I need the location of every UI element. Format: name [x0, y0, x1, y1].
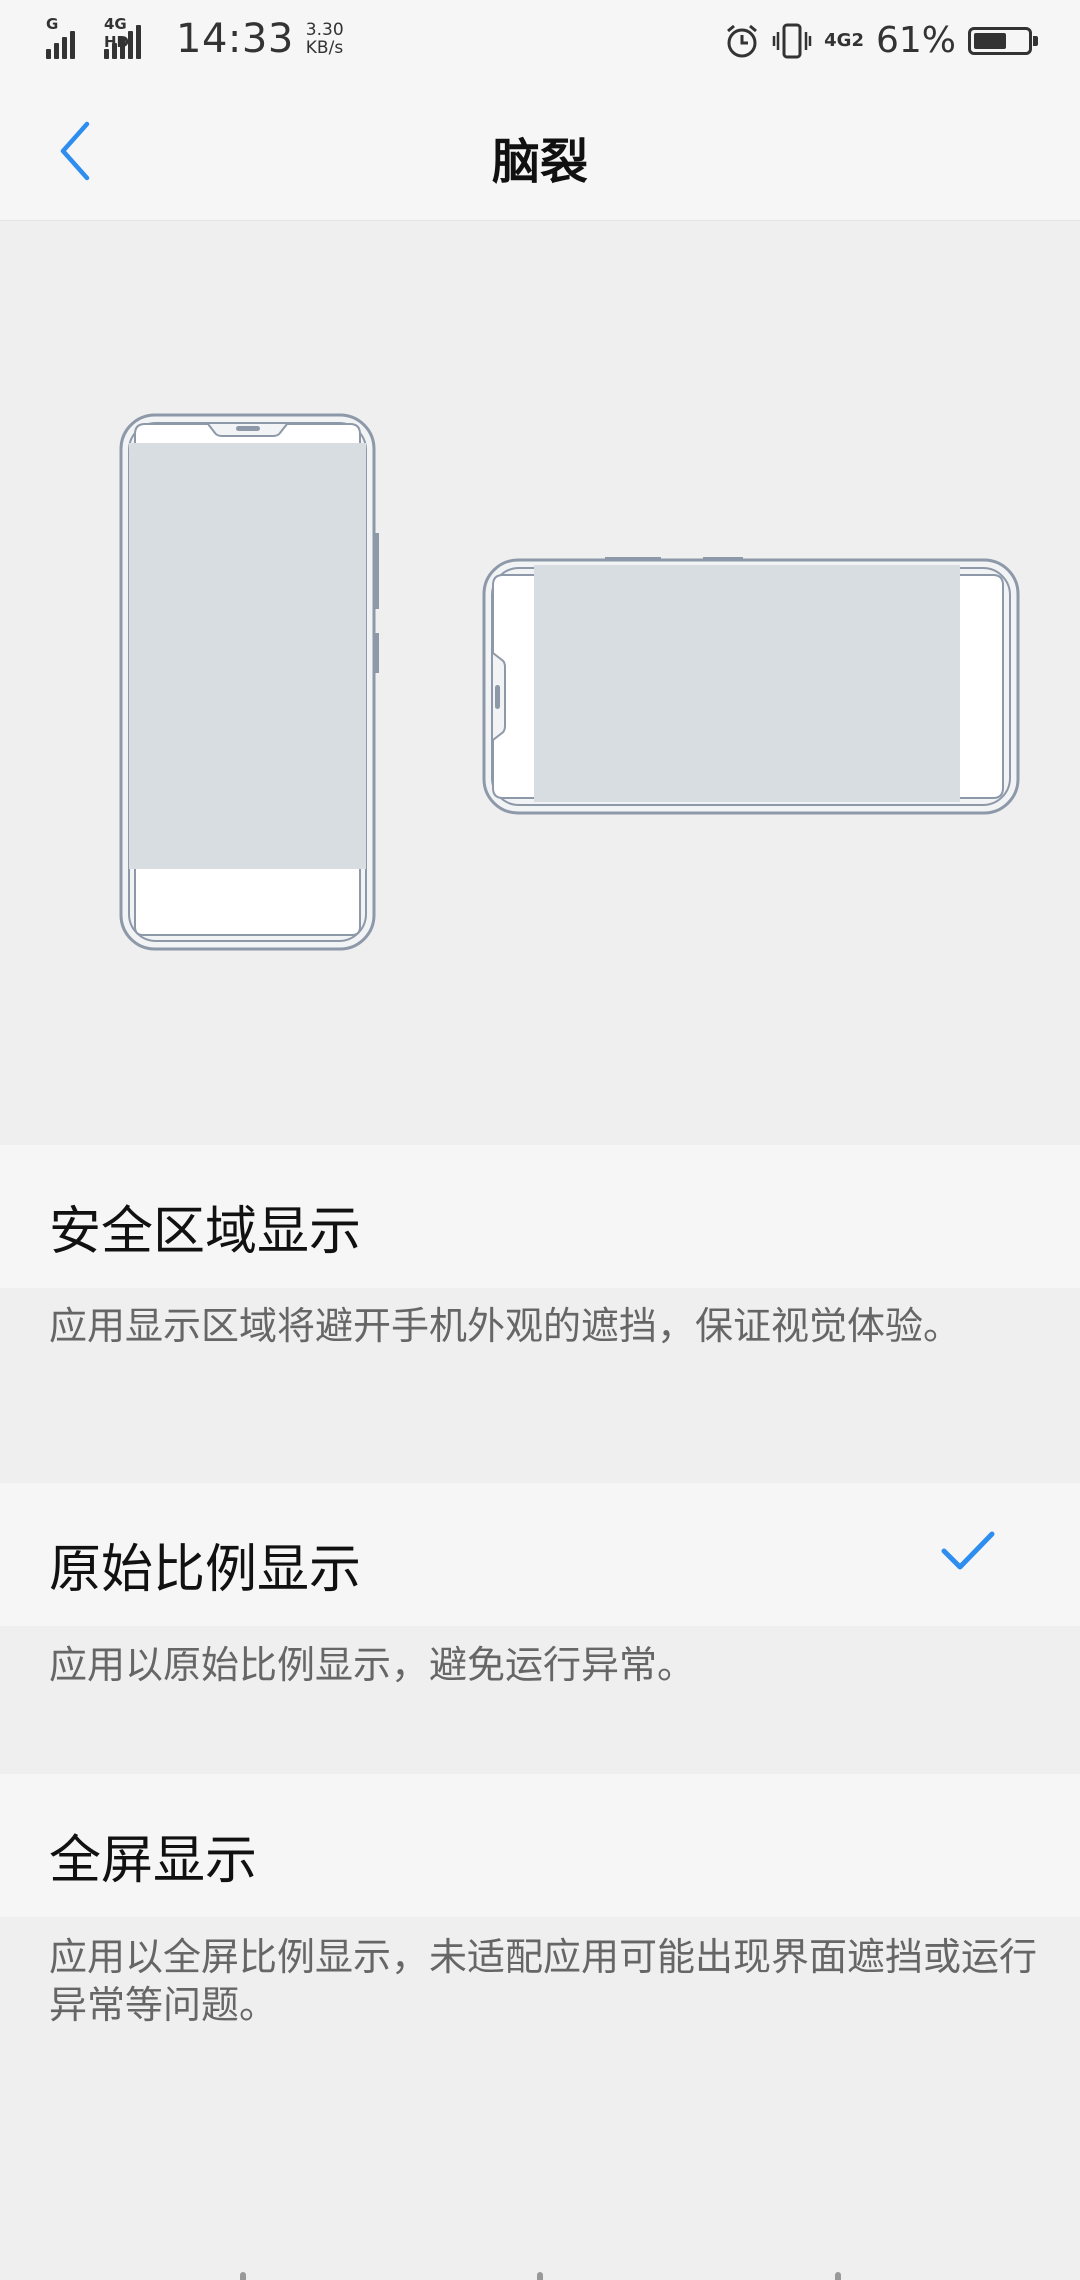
battery-percent: 61% [875, 20, 956, 61]
option-original-ratio[interactable]: 原始比例显示 [0, 1483, 1080, 1626]
landscape-phone-illustration [482, 557, 1020, 815]
network-icon: 4G2 [824, 30, 864, 51]
signal-icon: G [46, 15, 90, 59]
status-bar-left: G 4G HD 14:33 3.30 KB/s [46, 15, 344, 62]
option-description: 应用以原始比例显示，避免运行异常。 [49, 1643, 696, 1687]
speed-unit: KB/s [305, 38, 344, 58]
nav-indicator-dot [537, 2272, 543, 2280]
option-description: 应用显示区域将避开手机外观的遮挡，保证视觉体验。 [49, 1304, 962, 1348]
status-bar-right: 4G2 61% [712, 20, 1038, 61]
page-title: 脑裂 [491, 134, 588, 190]
portrait-phone-illustration [119, 413, 379, 951]
nav-indicator-dot [240, 2272, 246, 2280]
speed-value: 3.30 [305, 20, 344, 40]
clock: 14:33 [176, 16, 294, 62]
option-label: 原始比例显示 [49, 1540, 362, 1600]
display-mode-illustration [0, 221, 1080, 1145]
option-description: 应用以全屏比例显示，未适配应用可能出现界面遮挡或运行异常等问题。 [49, 1935, 1038, 2027]
option-label: 安全区域显示 [49, 1202, 362, 1262]
vibrate-icon [772, 23, 812, 58]
checkmark-icon [941, 1531, 995, 1570]
network-speed: 3.30 KB/s [306, 21, 344, 57]
nav-indicator-dot [835, 2272, 841, 2280]
sim1-tag: G [46, 15, 59, 33]
battery-icon [968, 26, 1038, 55]
sim2-tag: 4G HD [104, 15, 130, 51]
option-full-screen[interactable]: 全屏显示 [0, 1774, 1080, 1917]
option-label: 全屏显示 [49, 1831, 258, 1891]
battery-fill [974, 32, 1006, 49]
status-bar: G 4G HD 14:33 3.30 KB/s 4G2 61% [0, 0, 1080, 82]
alarm-icon [727, 24, 758, 57]
signal-icon: 4G HD [104, 15, 152, 59]
option-safe-area[interactable]: 安全区域显示 [0, 1145, 1080, 1288]
app-bar: 脑裂 [0, 82, 1080, 221]
